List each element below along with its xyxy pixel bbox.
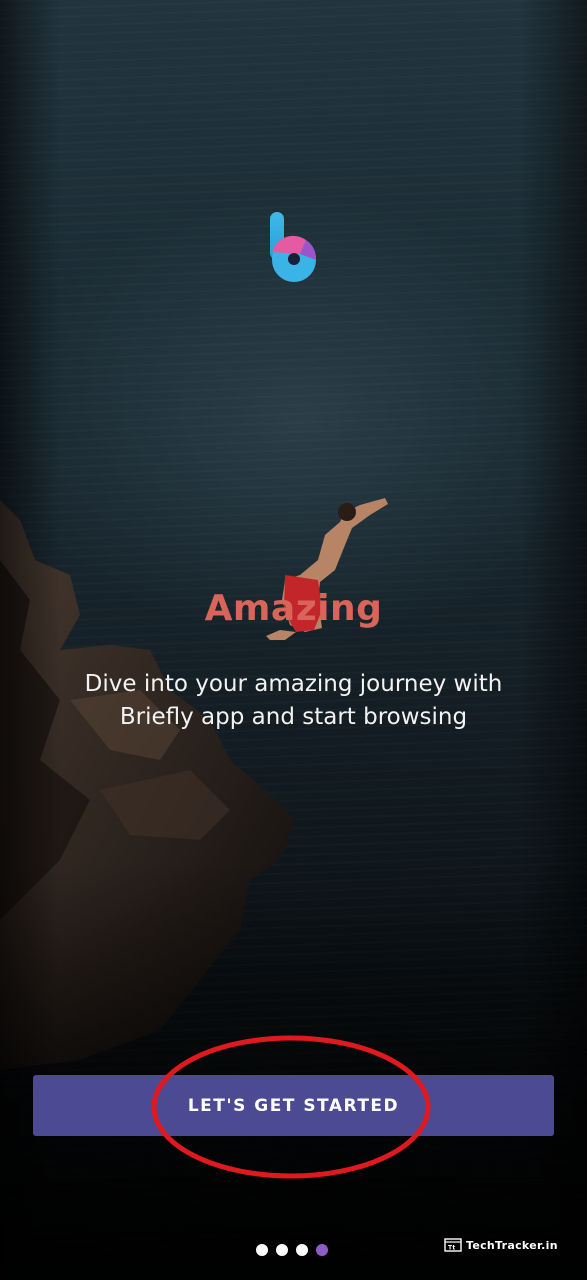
page-dot-2[interactable] [276, 1244, 288, 1256]
watermark: Tt TechTracker.in [444, 1238, 558, 1252]
svg-text:Tt: Tt [448, 1245, 456, 1252]
browser-window-icon: Tt [444, 1238, 462, 1252]
page-dot-3[interactable] [296, 1244, 308, 1256]
onboarding-title: Amazing [204, 588, 383, 629]
page-dot-1[interactable] [256, 1244, 268, 1256]
onboarding-description: Dive into your amazing journey with Brie… [84, 671, 503, 730]
get-started-button[interactable]: LET'S GET STARTED [33, 1075, 554, 1136]
watermark-text: TechTracker.in [466, 1238, 558, 1252]
page-indicator [256, 1244, 328, 1256]
onboarding-screen: Amazing Dive into your amazing journey w… [0, 0, 587, 1280]
briefly-logo-icon [270, 212, 317, 282]
page-dot-4-active[interactable] [316, 1244, 328, 1256]
